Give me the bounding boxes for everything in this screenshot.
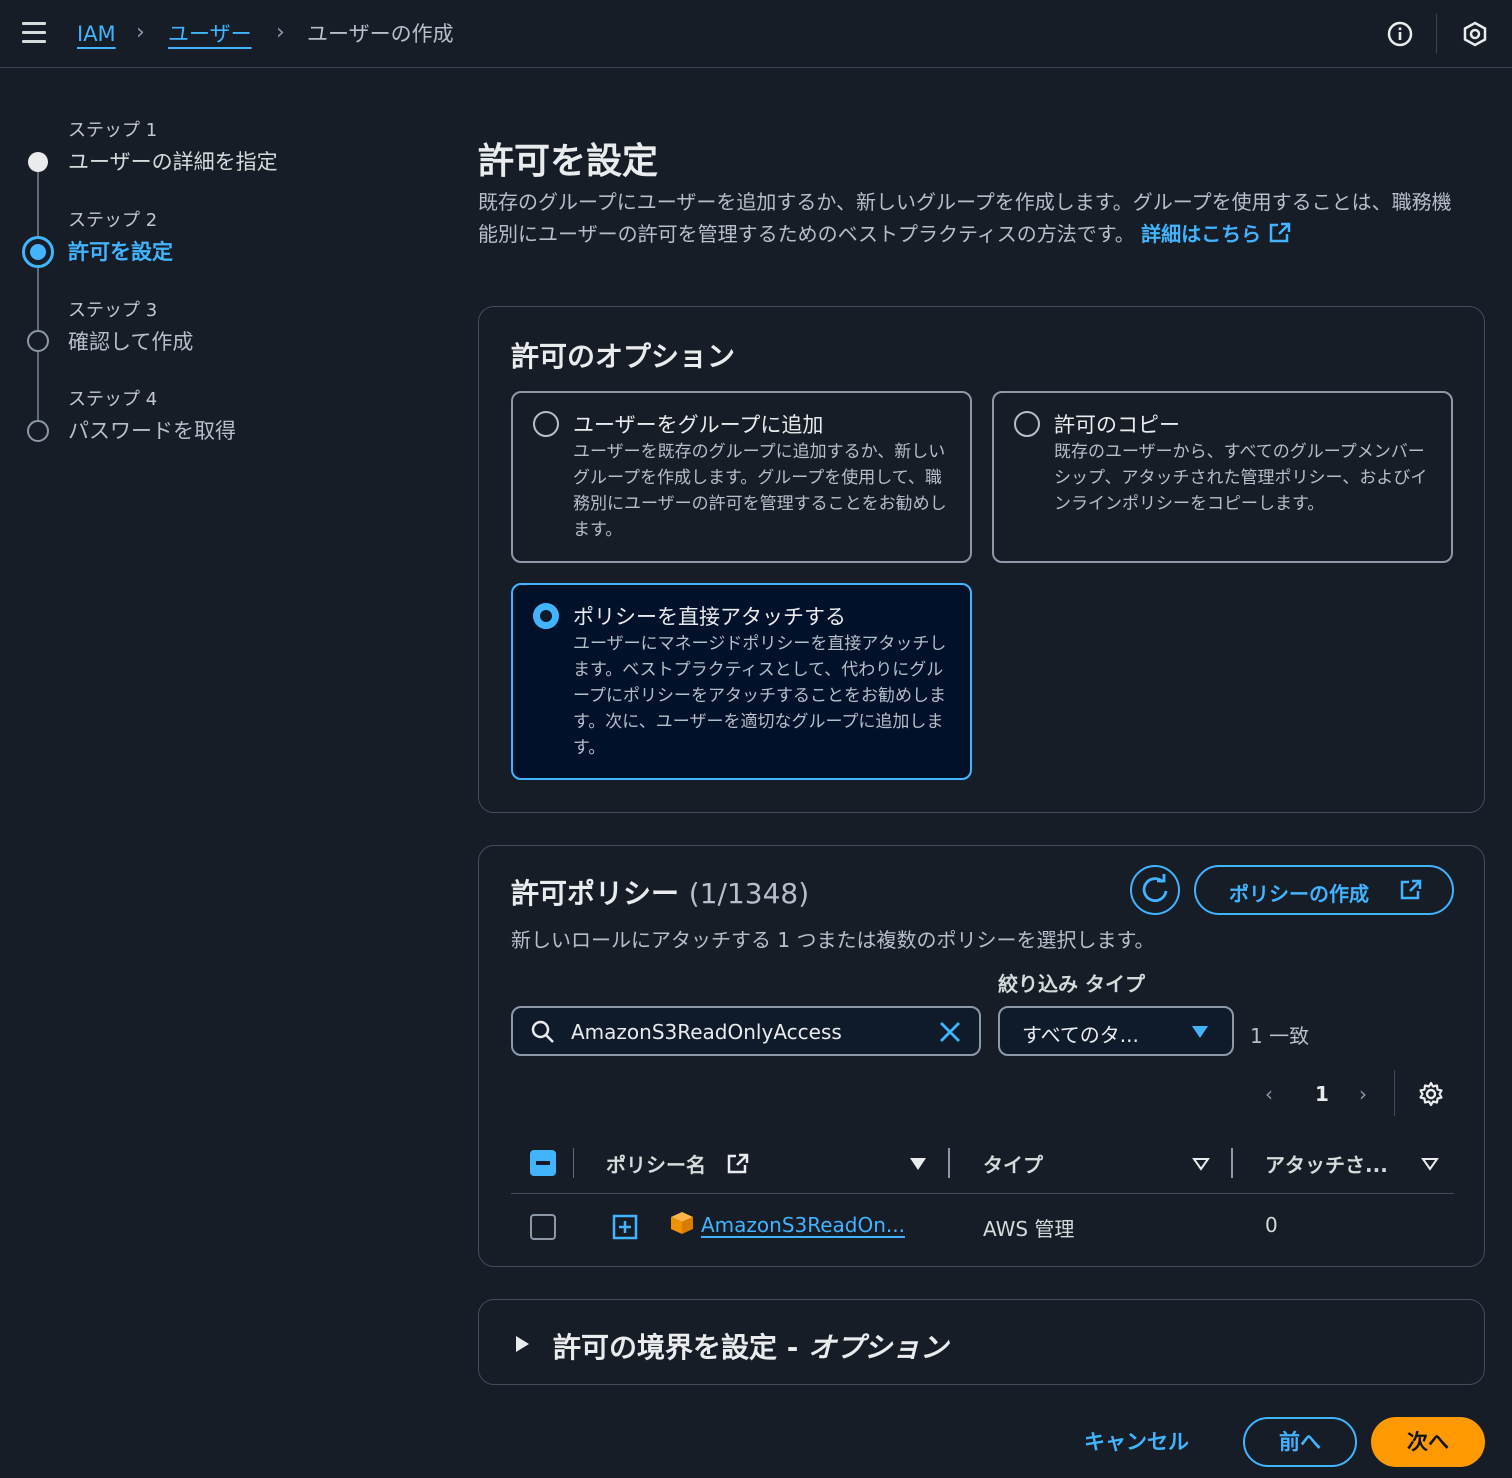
cancel-button[interactable]: キャンセル <box>1084 1426 1189 1456</box>
hamburger-menu-icon[interactable] <box>22 22 46 44</box>
policies-title-group: 許可ポリシー (1/1348) <box>511 872 809 912</box>
page-description: 既存のグループにユーザーを追加するか、新しいグループを作成します。グループを使用… <box>478 186 1458 250</box>
chevron-right-icon: › <box>276 20 285 45</box>
permission-policies-card: 許可ポリシー (1/1348) ポリシーの作成 新しいロールにアタッチする 1 … <box>478 845 1485 1267</box>
step-4-label: ステップ 4 <box>68 389 158 410</box>
option-title: ユーザーをグループに追加 <box>573 413 824 437</box>
learn-more-label: 詳細はこちら <box>1141 222 1262 246</box>
create-policy-label: ポリシーの作成 <box>1229 882 1369 906</box>
option-description: 既存のユーザーから、すべてのグループメンバーシップ、アタッチされた管理ポリシー、… <box>1054 442 1428 514</box>
permission-options-card: 許可のオプション ユーザーをグループに追加 ユーザーを既存のグループに追加するか… <box>478 306 1485 813</box>
step-connector <box>37 352 39 420</box>
clear-icon[interactable] <box>937 1019 963 1045</box>
step-connector <box>37 268 39 330</box>
column-resize-handle[interactable] <box>1231 1148 1233 1178</box>
select-value: すべてのタ... <box>1022 1023 1139 1047</box>
page-description-text: 既存のグループにユーザーを追加するか、新しいグループを作成します。グループを使用… <box>478 190 1452 246</box>
create-policy-button[interactable]: ポリシーの作成 <box>1194 865 1454 915</box>
policy-attached-count: 0 <box>1265 1213 1278 1237</box>
permissions-boundary-expander[interactable]: 許可の境界を設定 - オプション <box>478 1299 1485 1385</box>
chevron-left-icon[interactable]: ‹ <box>1265 1082 1273 1106</box>
step-done-icon <box>28 152 48 172</box>
current-page[interactable]: 1 <box>1315 1082 1329 1106</box>
toolbar-divider <box>1436 14 1437 54</box>
step-2-label: ステップ 2 <box>68 210 158 231</box>
option-copy-permissions[interactable]: 許可のコピー 既存のユーザーから、すべてのグループメンバーシップ、アタッチされた… <box>992 391 1453 563</box>
step-connector <box>37 172 39 240</box>
policy-type: AWS 管理 <box>983 1217 1075 1241</box>
step-2-title: 許可を設定 <box>68 240 173 264</box>
step-1-title[interactable]: ユーザーの詳細を指定 <box>68 146 278 176</box>
option-description: ユーザーにマネージドポリシーを直接アタッチします。ベストプラクティスとして、代わ… <box>573 634 947 758</box>
settings-hexagon-icon[interactable] <box>1461 20 1489 48</box>
step-pending-icon <box>27 420 49 442</box>
column-header-type[interactable]: タイプ <box>983 1149 1043 1178</box>
option-title: ポリシーを直接アタッチする <box>573 605 846 629</box>
previous-button[interactable]: 前へ <box>1243 1417 1357 1467</box>
chevron-right-icon[interactable]: › <box>1359 1082 1367 1106</box>
pager-divider <box>1394 1070 1395 1116</box>
radio-button-selected[interactable] <box>533 603 559 629</box>
sort-icon[interactable] <box>1191 1156 1211 1172</box>
sort-desc-icon[interactable] <box>908 1156 928 1172</box>
permissions-boundary-title: 許可の境界を設定 - オプション <box>553 1326 948 1366</box>
step-3-label: ステップ 3 <box>68 300 158 321</box>
step-4-title: パスワードを取得 <box>68 419 236 443</box>
refresh-icon <box>1142 874 1168 903</box>
step-1-label: ステップ 1 <box>68 120 158 141</box>
column-divider <box>573 1148 574 1178</box>
policies-title: 許可ポリシー <box>511 877 680 910</box>
search-value: AmazonS3ReadOnlyAccess <box>571 1020 842 1044</box>
next-button[interactable]: 次へ <box>1371 1417 1485 1467</box>
sort-icon[interactable] <box>1420 1156 1440 1172</box>
info-icon[interactable] <box>1386 20 1414 48</box>
breadcrumb-iam[interactable]: IAM <box>77 20 116 48</box>
column-header-attached[interactable]: アタッチさ... <box>1265 1149 1388 1178</box>
option-add-to-group[interactable]: ユーザーをグループに追加 ユーザーを既存のグループに追加するか、新しいグループを… <box>511 391 972 563</box>
refresh-button[interactable] <box>1130 865 1180 915</box>
table-header-divider <box>511 1193 1454 1194</box>
gear-icon[interactable] <box>1417 1080 1445 1108</box>
boundary-title-text: 許可の境界を設定 - <box>553 1331 809 1364</box>
policies-description: 新しいロールにアタッチする 1 つまたは複数のポリシーを選択します。 <box>511 928 1155 952</box>
option-attach-policies-directly[interactable]: ポリシーを直接アタッチする ユーザーにマネージドポリシーを直接アタッチします。ベ… <box>511 583 972 780</box>
option-title: 許可のコピー <box>1054 413 1180 437</box>
search-icon <box>531 1020 554 1043</box>
expand-plus-icon[interactable] <box>612 1214 638 1240</box>
breadcrumb-users[interactable]: ユーザー <box>168 20 252 48</box>
aws-managed-cube-icon <box>671 1212 693 1234</box>
page-title: 許可を設定 <box>478 141 659 182</box>
external-link-icon <box>1400 879 1422 900</box>
chevron-right-icon: › <box>136 20 145 45</box>
column-header-policy-name[interactable]: ポリシー名 <box>606 1149 706 1178</box>
boundary-title-optional: オプション <box>808 1331 949 1364</box>
top-bar: IAM › ユーザー › ユーザーの作成 <box>0 0 1512 68</box>
external-link-icon <box>727 1153 749 1174</box>
breadcrumb-current: ユーザーの作成 <box>307 22 454 46</box>
step-3-title: 確認して作成 <box>68 330 194 354</box>
step-pending-icon <box>27 330 49 352</box>
option-description: ユーザーを既存のグループに追加するか、新しいグループを作成します。グループを使用… <box>573 442 947 540</box>
step-active-icon <box>22 236 54 268</box>
external-link-icon <box>1269 222 1291 243</box>
policy-type-select[interactable]: すべてのタ... <box>998 1006 1234 1056</box>
column-resize-handle[interactable] <box>948 1148 950 1178</box>
radio-button[interactable] <box>1014 411 1040 437</box>
match-count: 1 一致 <box>1250 1024 1310 1048</box>
policy-search-input[interactable]: AmazonS3ReadOnlyAccess <box>511 1006 981 1056</box>
filter-type-label: 絞り込み タイプ <box>998 972 1145 996</box>
learn-more-link[interactable]: 詳細はこちら <box>1141 222 1292 246</box>
select-all-checkbox[interactable] <box>530 1150 556 1176</box>
caret-right-icon <box>516 1336 529 1352</box>
permission-options-title: 許可のオプション <box>511 340 736 373</box>
policy-name-link[interactable]: AmazonS3ReadOn... <box>701 1213 905 1237</box>
policies-count: (1/1348) <box>688 877 810 910</box>
row-checkbox[interactable] <box>530 1214 556 1240</box>
caret-down-icon <box>1192 1026 1208 1038</box>
radio-button[interactable] <box>533 411 559 437</box>
